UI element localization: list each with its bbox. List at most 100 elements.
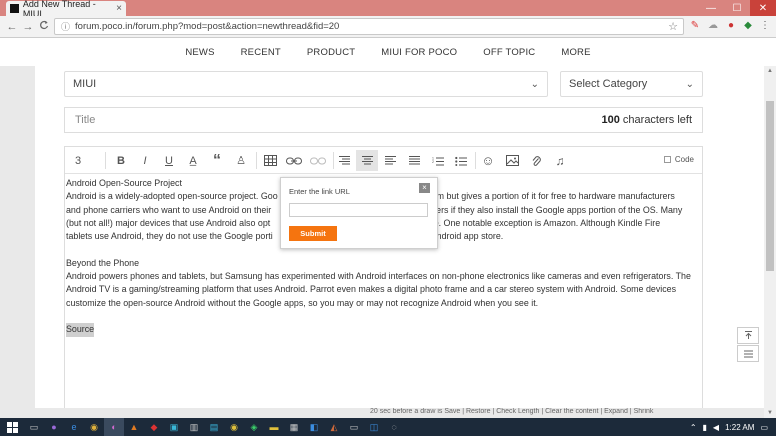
nav-more[interactable]: MORE xyxy=(561,47,590,58)
clock[interactable]: 1:22 AM xyxy=(725,423,754,432)
emoji-icon[interactable]: ☺ xyxy=(477,150,499,171)
app-icon[interactable]: ◧ xyxy=(304,418,324,436)
back-button[interactable]: ← xyxy=(4,21,20,33)
font-size-button[interactable]: 3 xyxy=(67,150,89,171)
nav-miui-for-poco[interactable]: MIUI FOR POCO xyxy=(381,47,457,58)
browser-toolbar: ← → ⓘ forum.poco.in/forum.php?mod=post&a… xyxy=(0,16,776,38)
app-icon[interactable]: ▤ xyxy=(204,418,224,436)
list-icon xyxy=(743,350,753,357)
align-left-icon[interactable] xyxy=(333,150,355,171)
volume-icon[interactable]: ◀ xyxy=(713,423,719,432)
underline-icon[interactable]: U xyxy=(158,150,180,171)
back-to-top-button[interactable] xyxy=(737,327,759,344)
app-icon[interactable]: ▭ xyxy=(344,418,364,436)
app-icon[interactable]: ▦ xyxy=(284,418,304,436)
link-icon[interactable] xyxy=(283,150,305,171)
site-info-icon[interactable]: ⓘ xyxy=(61,20,70,33)
app-icon[interactable]: ◭ xyxy=(324,418,344,436)
link-url-label: Enter the link URL xyxy=(289,187,350,196)
list-view-button[interactable] xyxy=(737,345,759,362)
italic-icon[interactable]: I xyxy=(134,150,156,171)
arrow-up-icon xyxy=(744,331,752,339)
align-center-icon[interactable] xyxy=(356,150,378,171)
unlink-icon[interactable] xyxy=(307,150,329,171)
music-icon[interactable]: ♫ xyxy=(549,150,571,171)
link-url-input[interactable] xyxy=(289,203,428,217)
extension-icon-3[interactable]: ● xyxy=(724,19,738,33)
extension-icon-2[interactable]: ☁ xyxy=(706,19,720,33)
align-right-icon[interactable] xyxy=(379,150,401,171)
quote-icon[interactable]: “ xyxy=(206,150,228,171)
title-input[interactable]: Title 100 characters left xyxy=(64,107,703,133)
app-icon[interactable]: ◆ xyxy=(144,418,164,436)
network-icon[interactable]: ▮ xyxy=(703,423,707,432)
source-link[interactable]: Source xyxy=(66,323,95,337)
toolbar-divider xyxy=(256,152,257,169)
extension-icon-4[interactable]: ◆ xyxy=(741,19,755,33)
app-icon[interactable]: ◌ xyxy=(384,418,404,436)
window-close-button[interactable]: ✕ xyxy=(750,0,776,16)
title-placeholder: Title xyxy=(75,114,96,126)
image-icon[interactable] xyxy=(501,150,523,171)
scroll-up-icon[interactable]: ▲ xyxy=(764,66,776,76)
app-icon[interactable]: ◈ xyxy=(244,418,264,436)
scroll-down-icon[interactable]: ▼ xyxy=(764,408,776,418)
app-icon[interactable]: ● xyxy=(44,418,64,436)
chevron-down-icon: ⌄ xyxy=(530,78,539,90)
url-bar[interactable]: ⓘ forum.poco.in/forum.php?mod=post&actio… xyxy=(54,18,684,35)
submit-button[interactable]: Submit xyxy=(289,226,337,241)
reload-button[interactable] xyxy=(36,20,52,33)
tray-chevron-icon[interactable]: ⌃ xyxy=(690,423,697,432)
category-select[interactable]: Select Category ⌄ xyxy=(560,71,703,97)
ordered-list-icon[interactable]: 12 xyxy=(427,150,449,171)
category-select-value: Select Category xyxy=(569,78,648,90)
bold-icon[interactable]: B xyxy=(110,150,132,171)
dialog-close-icon[interactable]: × xyxy=(419,183,430,193)
window-controls: — ☐ ✕ xyxy=(698,0,776,16)
nav-off-topic[interactable]: OFF TOPIC xyxy=(483,47,535,58)
code-toggle[interactable]: Code xyxy=(663,155,694,164)
format-painter-icon[interactable]: ♙ xyxy=(230,150,252,171)
font-color-icon[interactable]: A̲ xyxy=(182,150,204,171)
maximize-button[interactable]: ☐ xyxy=(724,0,750,16)
tab-close-icon[interactable]: × xyxy=(116,3,122,14)
system-tray: ⌃ ▮ ◀ 1:22 AM ▭ xyxy=(690,423,776,432)
align-justify-icon[interactable] xyxy=(403,150,425,171)
windows-start-icon[interactable] xyxy=(0,418,24,436)
app-icon[interactable]: ▥ xyxy=(184,418,204,436)
table-icon[interactable] xyxy=(259,150,281,171)
site-favicon xyxy=(10,4,19,13)
notifications-icon[interactable]: ▭ xyxy=(760,423,768,432)
chrome-icon[interactable]: ◉ xyxy=(84,418,104,436)
extension-icon-1[interactable]: ✎ xyxy=(688,19,702,33)
editor-status-bar: 20 sec before a draw is Save | Restore |… xyxy=(370,408,654,415)
nav-news[interactable]: NEWS xyxy=(185,47,214,58)
nav-recent[interactable]: RECENT xyxy=(241,47,281,58)
attachment-icon[interactable] xyxy=(525,150,547,171)
vlc-icon[interactable]: ▲ xyxy=(124,418,144,436)
desktop-icon[interactable]: ▭ xyxy=(24,418,44,436)
chrome-icon[interactable]: ◉ xyxy=(224,418,244,436)
edge-icon[interactable]: e xyxy=(64,418,84,436)
code-label: Code xyxy=(674,155,694,164)
browser-tab[interactable]: Add New Thread - MIUI × xyxy=(6,0,126,19)
scroll-thumb[interactable] xyxy=(766,101,774,271)
bookmark-star-icon[interactable]: ☆ xyxy=(668,20,678,33)
forum-select-value: MIUI xyxy=(73,78,97,90)
folder-icon[interactable]: ▬ xyxy=(264,418,284,436)
windows-taskbar: ▭ ● e ◉ ◐ ▲ ◆ ▣ ▥ ▤ ◉ ◈ ▬ ▦ ◧ ◭ ▭ ◫ ◌ ⌃ … xyxy=(0,418,776,436)
code-checkbox[interactable] xyxy=(663,156,671,163)
toolbar-divider xyxy=(475,152,476,169)
forward-button[interactable]: → xyxy=(20,21,36,33)
forum-select[interactable]: MIUI ⌄ xyxy=(64,71,548,97)
app-icon[interactable]: ◫ xyxy=(364,418,384,436)
minimize-button[interactable]: — xyxy=(698,0,724,16)
nav-product[interactable]: PRODUCT xyxy=(307,47,355,58)
bullet-list-icon[interactable] xyxy=(450,150,472,171)
app-icon[interactable]: ▣ xyxy=(164,418,184,436)
active-app-icon[interactable]: ◐ xyxy=(104,418,124,436)
page-scrollbar[interactable]: ▲ ▼ xyxy=(764,66,776,418)
browser-menu-icon[interactable]: ⋮ xyxy=(758,19,772,33)
browser-titlebar: Add New Thread - MIUI × — ☐ ✕ xyxy=(0,0,776,19)
char-counter: 100 characters left xyxy=(601,114,693,126)
